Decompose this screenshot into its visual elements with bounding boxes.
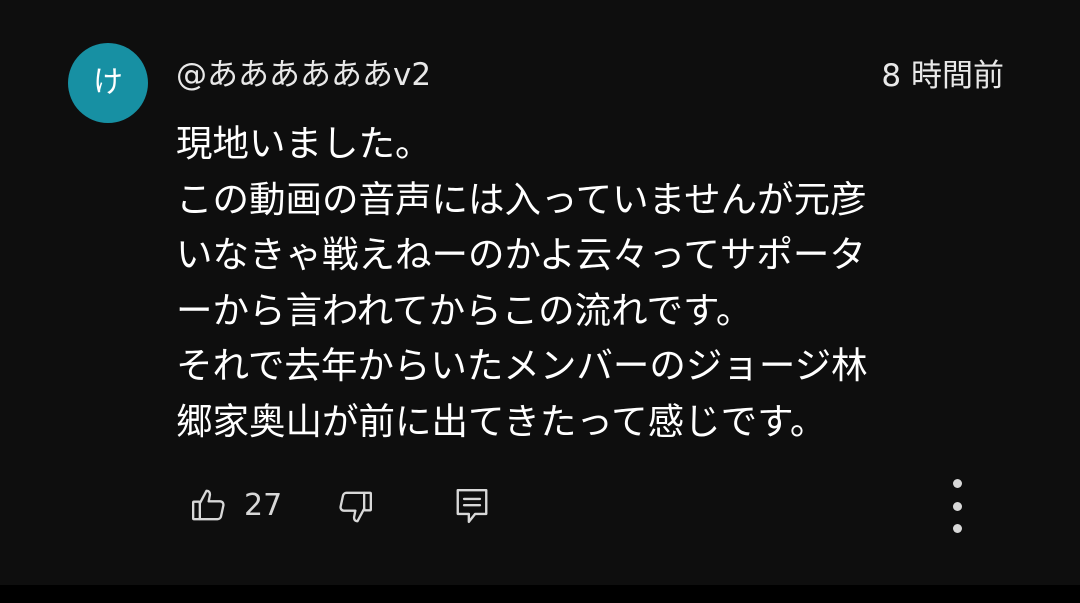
reply-button[interactable] xyxy=(452,484,492,528)
comment-author[interactable]: @ああああああv2 xyxy=(176,55,431,95)
thumbs-up-icon xyxy=(192,489,225,521)
more-vertical-icon-dot xyxy=(952,524,962,533)
comment-line: この動画の音声には入っていませんが元彦 xyxy=(176,177,867,221)
more-vertical-icon xyxy=(952,479,962,488)
screen: け @ああああああv2 8 時間前 現地いました。 この動画の音声には入っていま… xyxy=(0,0,1080,603)
dislike-button[interactable] xyxy=(334,486,376,528)
thumbs-down-icon xyxy=(339,491,372,523)
avatar[interactable]: け xyxy=(68,43,148,123)
like-count: 27 xyxy=(244,488,283,523)
comment-card: け @ああああああv2 8 時間前 現地いました。 この動画の音声には入っていま… xyxy=(0,0,1080,585)
comment-line: 現地いました。 xyxy=(176,122,432,165)
comment-timestamp: 8 時間前 xyxy=(881,58,1004,94)
comment-line: それで去年からいたメンバーのジョージ林 xyxy=(176,344,868,388)
comment-line: 郷家奥山が前に出てきたって感じです。 xyxy=(176,399,827,443)
comment-actions: 27 xyxy=(0,476,1080,536)
more-vertical-icon-dot xyxy=(952,501,962,511)
comment-text: 現地いました。 この動画の音声には入っていませんが元彦 いなきゃ戦えねーのかよ云… xyxy=(176,116,1006,450)
comment-reply-icon xyxy=(456,488,488,524)
more-options-button[interactable] xyxy=(942,479,972,533)
like-button[interactable] xyxy=(188,484,230,526)
comment-line: ーから言われてからこの流れです。 xyxy=(176,288,753,332)
avatar-initial: け xyxy=(93,65,123,100)
comment-line: いなきゃ戦えねーのかよ云々ってサポータ xyxy=(176,233,866,277)
